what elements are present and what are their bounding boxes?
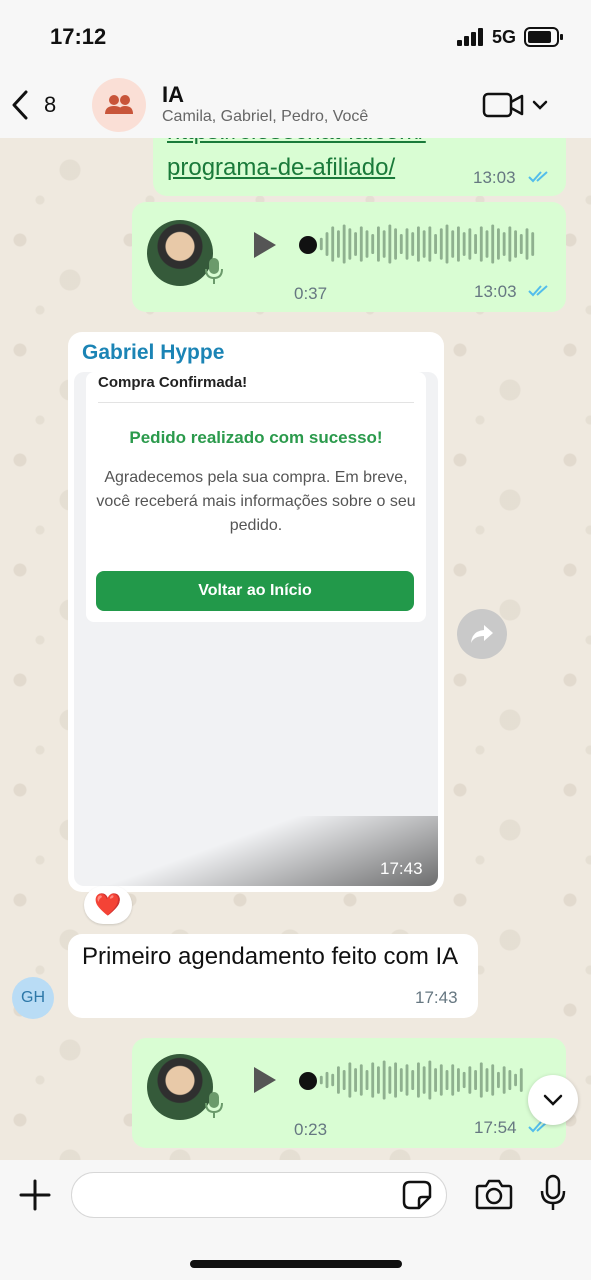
voice-duration: 0:37 <box>294 284 328 303</box>
group-icon <box>105 95 133 114</box>
microphone-icon[interactable] <box>540 1174 566 1212</box>
battery-icon <box>524 27 563 47</box>
card-title: Compra Confirmada! <box>98 374 248 391</box>
read-ticks-icon <box>528 171 548 183</box>
plus-icon[interactable] <box>18 1178 52 1212</box>
status-bar: 17:12 5G <box>0 0 591 70</box>
group-title[interactable]: IA <box>162 82 184 108</box>
play-icon[interactable] <box>250 1065 278 1095</box>
microphone-icon <box>205 258 223 284</box>
video-camera-icon <box>482 92 524 118</box>
back-to-home-button: Voltar ao Início <box>96 571 414 611</box>
network-label: 5G <box>492 27 517 47</box>
group-avatar[interactable] <box>92 78 146 132</box>
waveform[interactable] <box>312 1060 542 1100</box>
camera-icon[interactable] <box>475 1178 513 1210</box>
forward-icon <box>471 625 493 643</box>
message-time: 17:43 <box>380 859 423 878</box>
image-message-bubble[interactable]: Gabriel Hyppe Compra Confirmada! Pedido … <box>68 332 444 892</box>
avatar[interactable]: GH <box>12 977 54 1019</box>
chevron-down-icon <box>532 100 548 110</box>
message-time: 13:03 <box>473 168 516 187</box>
home-indicator <box>190 1260 402 1268</box>
input-bar <box>0 1160 591 1280</box>
play-icon[interactable] <box>250 230 278 260</box>
signal-icon <box>457 28 483 46</box>
sticker-icon[interactable] <box>402 1180 432 1210</box>
message-time: 17:54 <box>474 1118 517 1137</box>
heart-reaction[interactable]: ❤️ <box>84 886 132 924</box>
chevron-down-icon <box>543 1094 563 1106</box>
voice-message-bubble[interactable]: 0:23 17:54 <box>132 1038 566 1148</box>
scroll-to-bottom-button[interactable] <box>528 1075 578 1125</box>
sender-name[interactable]: Gabriel Hyppe <box>82 341 224 365</box>
microphone-icon <box>205 1092 223 1118</box>
chevron-left-icon <box>12 90 28 120</box>
read-ticks-icon <box>528 285 548 297</box>
text-message-bubble[interactable]: Primeiro agendamento feito com IA 17:43 <box>68 934 478 1018</box>
link-message-bubble[interactable]: https://closechat-ia.com/ programa-de-af… <box>153 138 566 196</box>
video-call-button[interactable] <box>482 90 550 120</box>
unread-count: 8 <box>44 92 57 117</box>
chat-area[interactable]: https://closechat-ia.com/ programa-de-af… <box>0 138 591 1160</box>
message-text: Primeiro agendamento feito com IA <box>82 943 459 970</box>
message-time: 13:03 <box>474 282 517 301</box>
status-time: 17:12 <box>50 24 107 49</box>
confirmation-card: Compra Confirmada! Pedido realizado com … <box>86 372 426 622</box>
back-button[interactable]: 8 <box>10 88 70 122</box>
link-line-2[interactable]: programa-de-afiliado/ <box>167 154 395 182</box>
group-members[interactable]: Camila, Gabriel, Pedro, Você <box>162 108 368 126</box>
screenshot-image[interactable]: Compra Confirmada! Pedido realizado com … <box>74 372 438 886</box>
message-input[interactable] <box>71 1172 447 1218</box>
voice-message-bubble[interactable]: 0:37 13:03 <box>132 202 566 312</box>
forward-button[interactable] <box>457 609 507 659</box>
success-title: Pedido realizado com sucesso! <box>129 428 383 447</box>
message-time: 17:43 <box>415 988 458 1007</box>
card-divider <box>98 402 414 403</box>
chat-header: 8 IA Camila, Gabriel, Pedro, Você <box>0 70 591 138</box>
link-line-1[interactable]: https://closechat-ia.com/ <box>167 138 426 146</box>
success-text: Agradecemos pela sua compra. Em breve, v… <box>96 469 416 534</box>
voice-duration: 0:23 <box>294 1120 328 1139</box>
waveform[interactable] <box>312 224 542 264</box>
